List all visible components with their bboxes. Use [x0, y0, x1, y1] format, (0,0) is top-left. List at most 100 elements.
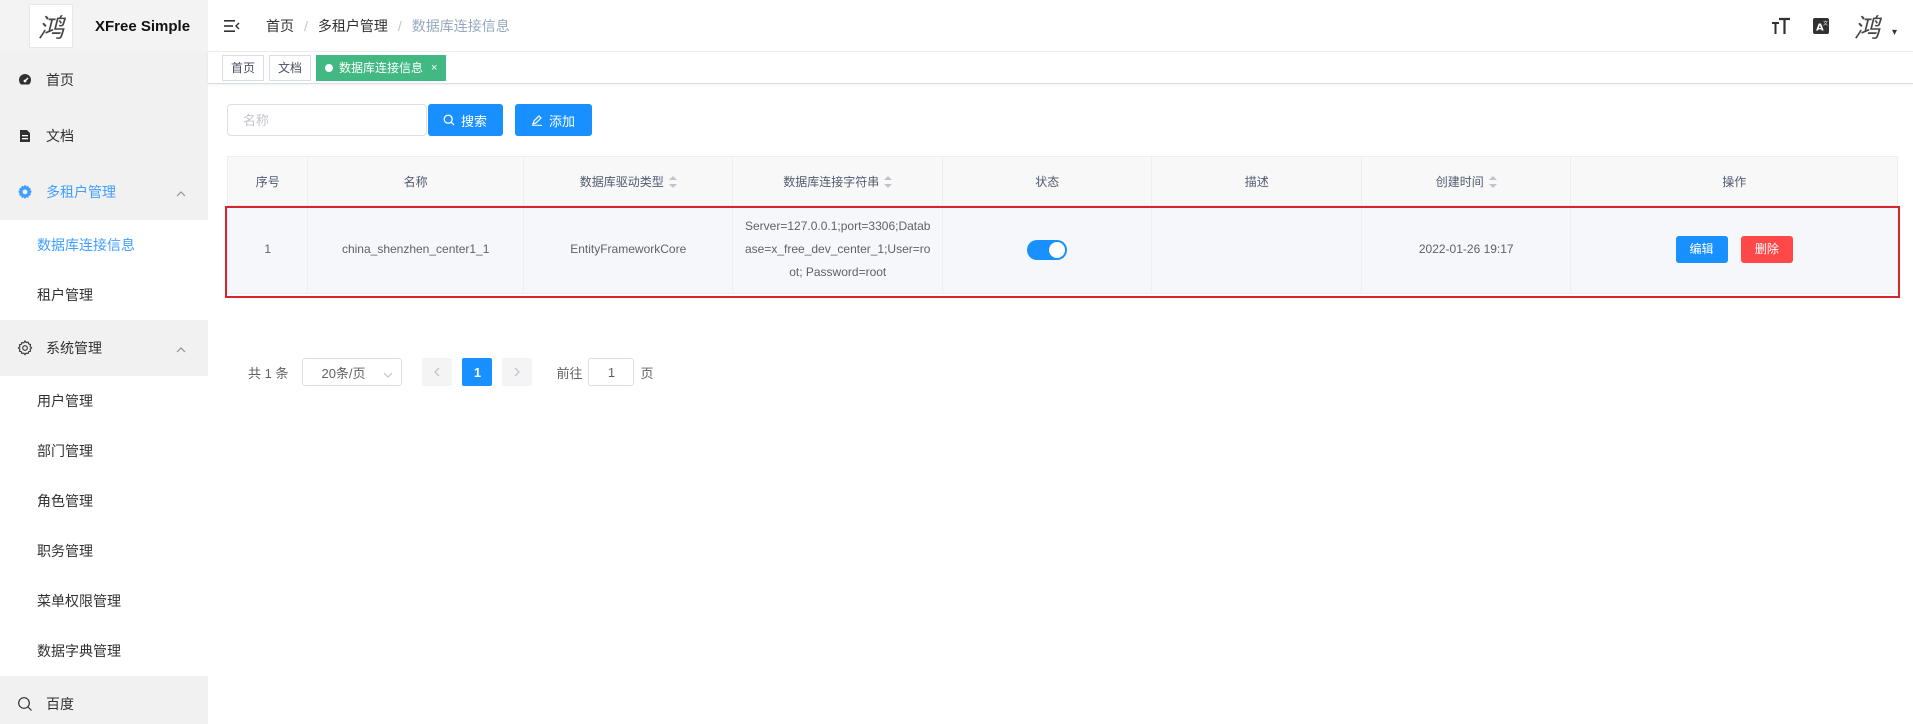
- add-button[interactable]: 添加: [515, 104, 592, 136]
- prev-page-button[interactable]: [422, 358, 453, 386]
- breadcrumb-multitenant[interactable]: 多租户管理: [318, 16, 388, 36]
- column-header-driver[interactable]: 数据库驱动类型: [522, 156, 734, 206]
- avatar-glyph: 鸿: [1853, 13, 1880, 44]
- column-header-label: 数据库驱动类型: [579, 174, 664, 189]
- sidebar-item-menu-permissions[interactable]: 菜单权限管理: [0, 576, 208, 626]
- chevron-down-icon: [383, 368, 393, 383]
- sidebar-item-multitenant[interactable]: 多租户管理: [0, 164, 208, 220]
- add-button-label: 添加: [549, 113, 576, 129]
- page-jumper: 前往 页: [556, 358, 654, 386]
- document-icon: [16, 127, 34, 145]
- cell-driver: EntityFrameworkCore: [522, 205, 734, 294]
- app-logo: 鸿: [29, 4, 73, 48]
- sort-icon[interactable]: [884, 176, 893, 189]
- sidebar-item-dictionary[interactable]: 数据字典管理: [0, 626, 208, 676]
- sidebar-item-label: 文档: [46, 128, 74, 144]
- goto-prefix: 前往: [556, 365, 583, 381]
- font-size-icon[interactable]: [1770, 15, 1792, 37]
- cell-name: china_shenzhen_center1_1: [307, 205, 524, 294]
- sidebar-item-roles[interactable]: 角色管理: [0, 476, 208, 526]
- sidebar-item-positions[interactable]: 职务管理: [0, 526, 208, 576]
- page-number-current[interactable]: 1: [462, 358, 493, 386]
- goto-suffix: 页: [640, 365, 654, 381]
- goto-page-input[interactable]: [588, 358, 635, 386]
- sidebar-item-baidu[interactable]: 百度: [0, 676, 208, 724]
- pagination: 共 1 条 20条/页 1 前往 页: [248, 358, 654, 386]
- logo-bar[interactable]: 鸿 XFree Simple: [0, 0, 208, 52]
- breadcrumb-current: 数据库连接信息: [411, 17, 510, 34]
- sidebar-item-departments[interactable]: 部门管理: [0, 426, 208, 476]
- chevron-up-icon: [176, 342, 186, 358]
- sort-icon[interactable]: [668, 176, 677, 189]
- dashboard-icon: [16, 71, 34, 89]
- sidebar-item-docs[interactable]: 文档: [0, 108, 208, 164]
- sidebar-item-home[interactable]: 首页: [0, 52, 208, 108]
- page-size-value: 20条/页: [321, 365, 366, 381]
- main-content: 搜索 添加 序号 名称 数据库驱动类型 数据库连接字符串 状态: [208, 84, 1913, 724]
- cell-description: [1151, 205, 1362, 294]
- cell-actions: 编辑 删除: [1570, 205, 1898, 294]
- tag-label: 数据库连接信息: [339, 60, 424, 75]
- avatar[interactable]: 鸿: [1850, 9, 1884, 44]
- column-header-label: 创建时间: [1435, 174, 1484, 189]
- sidebar-item-label: 多租户管理: [46, 184, 116, 200]
- column-header-description: 描述: [1151, 156, 1362, 206]
- active-dot-icon: [325, 63, 334, 72]
- delete-button[interactable]: 删除: [1740, 236, 1793, 263]
- column-header-label: 描述: [1244, 174, 1269, 189]
- column-header-created[interactable]: 创建时间: [1360, 156, 1572, 206]
- settings-icon: [16, 339, 34, 357]
- chevron-up-icon: [176, 186, 186, 202]
- tag-docs[interactable]: 文档: [269, 54, 312, 81]
- sidebar: 鸿 XFree Simple 首页 文档 多租户管理 数据库连接信息 租户管理 …: [0, 0, 208, 724]
- column-header-label: 操作: [1722, 174, 1747, 189]
- close-icon[interactable]: ×: [431, 56, 437, 80]
- table-row: 1 china_shenzhen_center1_1 EntityFramewo…: [226, 205, 1898, 294]
- page-size-select[interactable]: 20条/页: [302, 358, 403, 386]
- breadcrumb-home[interactable]: 首页: [266, 16, 294, 36]
- app-root: 鸿 XFree Simple 首页 文档 多租户管理 数据库连接信息 租户管理 …: [0, 0, 1913, 724]
- cell-created: 2022-01-26 19:17: [1360, 205, 1572, 294]
- search-button[interactable]: 搜索: [428, 104, 503, 136]
- sidebar-item-users[interactable]: 用户管理: [0, 376, 208, 426]
- search-toolbar: 搜索 添加: [227, 104, 592, 136]
- submenu-multitenant: 数据库连接信息 租户管理: [0, 220, 208, 320]
- svg-text:文: 文: [1823, 20, 1828, 27]
- column-header-label: 数据库连接字符串: [783, 174, 880, 189]
- sidebar-item-tenant[interactable]: 租户管理: [0, 270, 208, 320]
- submenu-system: 用户管理 部门管理 角色管理 职务管理 菜单权限管理 数据字典管理: [0, 376, 208, 676]
- tag-db-connection[interactable]: 数据库连接信息 ×: [316, 54, 447, 81]
- search-button-label: 搜索: [461, 113, 488, 129]
- cell-status: [941, 205, 1153, 294]
- table-header-row: 序号 名称 数据库驱动类型 数据库连接字符串 状态 描述 创建时间 操作: [226, 156, 1898, 206]
- column-header-status: 状态: [941, 156, 1153, 206]
- sidebar-item-db-connection[interactable]: 数据库连接信息: [0, 220, 208, 270]
- toggle-knob: [1049, 241, 1066, 258]
- tag-home[interactable]: 首页: [222, 54, 265, 81]
- status-toggle[interactable]: [1027, 239, 1068, 260]
- breadcrumb: 首页 / 多租户管理 / 数据库连接信息: [266, 16, 510, 36]
- gear-icon: [16, 183, 34, 201]
- breadcrumb-separator: /: [397, 17, 402, 34]
- name-search-input[interactable]: [227, 104, 427, 136]
- column-header-index: 序号: [226, 156, 309, 206]
- translate-icon[interactable]: A文: [1810, 15, 1832, 37]
- cell-index: 1: [226, 205, 309, 294]
- next-page-button[interactable]: [502, 358, 533, 386]
- edit-button[interactable]: 编辑: [1675, 236, 1728, 263]
- top-navbar: 首页 / 多租户管理 / 数据库连接信息 A文 鸿 ▾: [208, 0, 1913, 52]
- column-header-actions: 操作: [1570, 156, 1898, 206]
- db-connection-table: 序号 名称 数据库驱动类型 数据库连接字符串 状态 描述 创建时间 操作 1 c…: [226, 156, 1898, 294]
- caret-down-icon[interactable]: ▾: [1892, 27, 1897, 38]
- edit-icon: [531, 114, 543, 126]
- hamburger-icon[interactable]: [224, 16, 244, 36]
- app-title: XFree Simple: [95, 17, 191, 35]
- header-actions: A文 鸿 ▾: [1770, 0, 1897, 52]
- sidebar-item-system[interactable]: 系统管理: [0, 320, 208, 376]
- sidebar-item-label: 系统管理: [46, 340, 102, 356]
- breadcrumb-separator: /: [304, 17, 308, 34]
- tags-view: 首页 文档 数据库连接信息 ×: [208, 52, 1913, 84]
- column-header-connection[interactable]: 数据库连接字符串: [732, 156, 943, 206]
- sidebar-item-label: 首页: [46, 72, 74, 88]
- sort-icon[interactable]: [1488, 176, 1497, 189]
